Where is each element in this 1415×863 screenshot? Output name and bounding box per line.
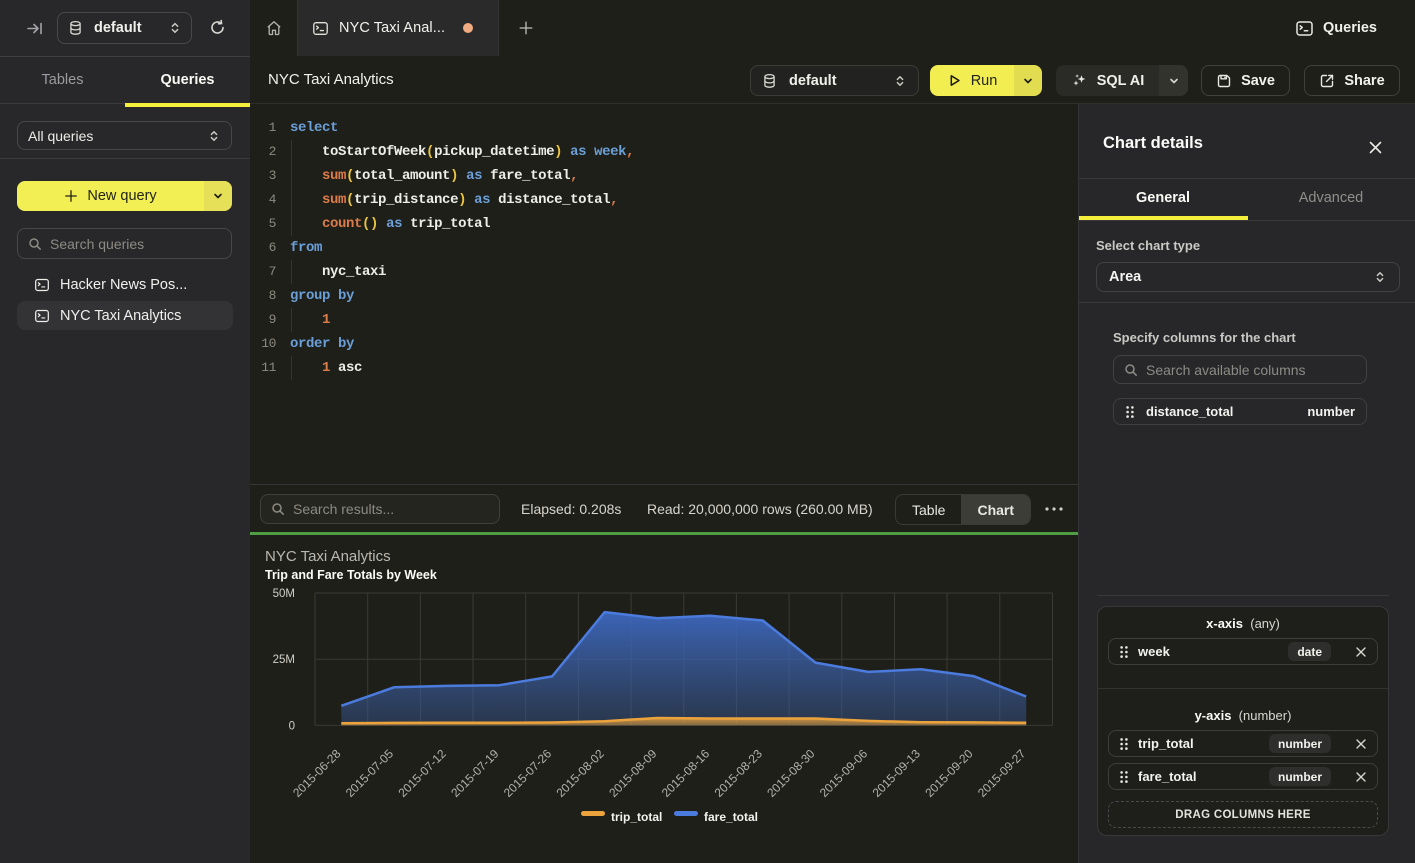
svg-text:2015-07-19: 2015-07-19 — [448, 746, 502, 800]
svg-text:2015-08-16: 2015-08-16 — [659, 746, 713, 800]
svg-text:50M: 50M — [273, 588, 295, 600]
svg-text:2015-09-27: 2015-09-27 — [975, 746, 1029, 800]
svg-text:2015-09-13: 2015-09-13 — [870, 746, 924, 800]
svg-text:2015-08-30: 2015-08-30 — [764, 746, 818, 800]
svg-text:fare_total: fare_total — [704, 810, 758, 824]
svg-text:2015-07-26: 2015-07-26 — [501, 746, 555, 800]
svg-text:2015-09-20: 2015-09-20 — [922, 746, 976, 800]
svg-text:2015-09-06: 2015-09-06 — [817, 746, 871, 800]
svg-text:2015-07-05: 2015-07-05 — [343, 746, 397, 800]
svg-text:2015-06-28: 2015-06-28 — [290, 746, 344, 800]
svg-text:2015-07-12: 2015-07-12 — [396, 746, 450, 800]
svg-text:0: 0 — [289, 720, 295, 732]
svg-text:25M: 25M — [273, 654, 295, 666]
svg-text:2015-08-02: 2015-08-02 — [554, 746, 608, 800]
svg-text:2015-08-09: 2015-08-09 — [606, 746, 660, 800]
svg-text:trip_total: trip_total — [611, 810, 662, 824]
svg-text:2015-08-23: 2015-08-23 — [712, 746, 766, 800]
